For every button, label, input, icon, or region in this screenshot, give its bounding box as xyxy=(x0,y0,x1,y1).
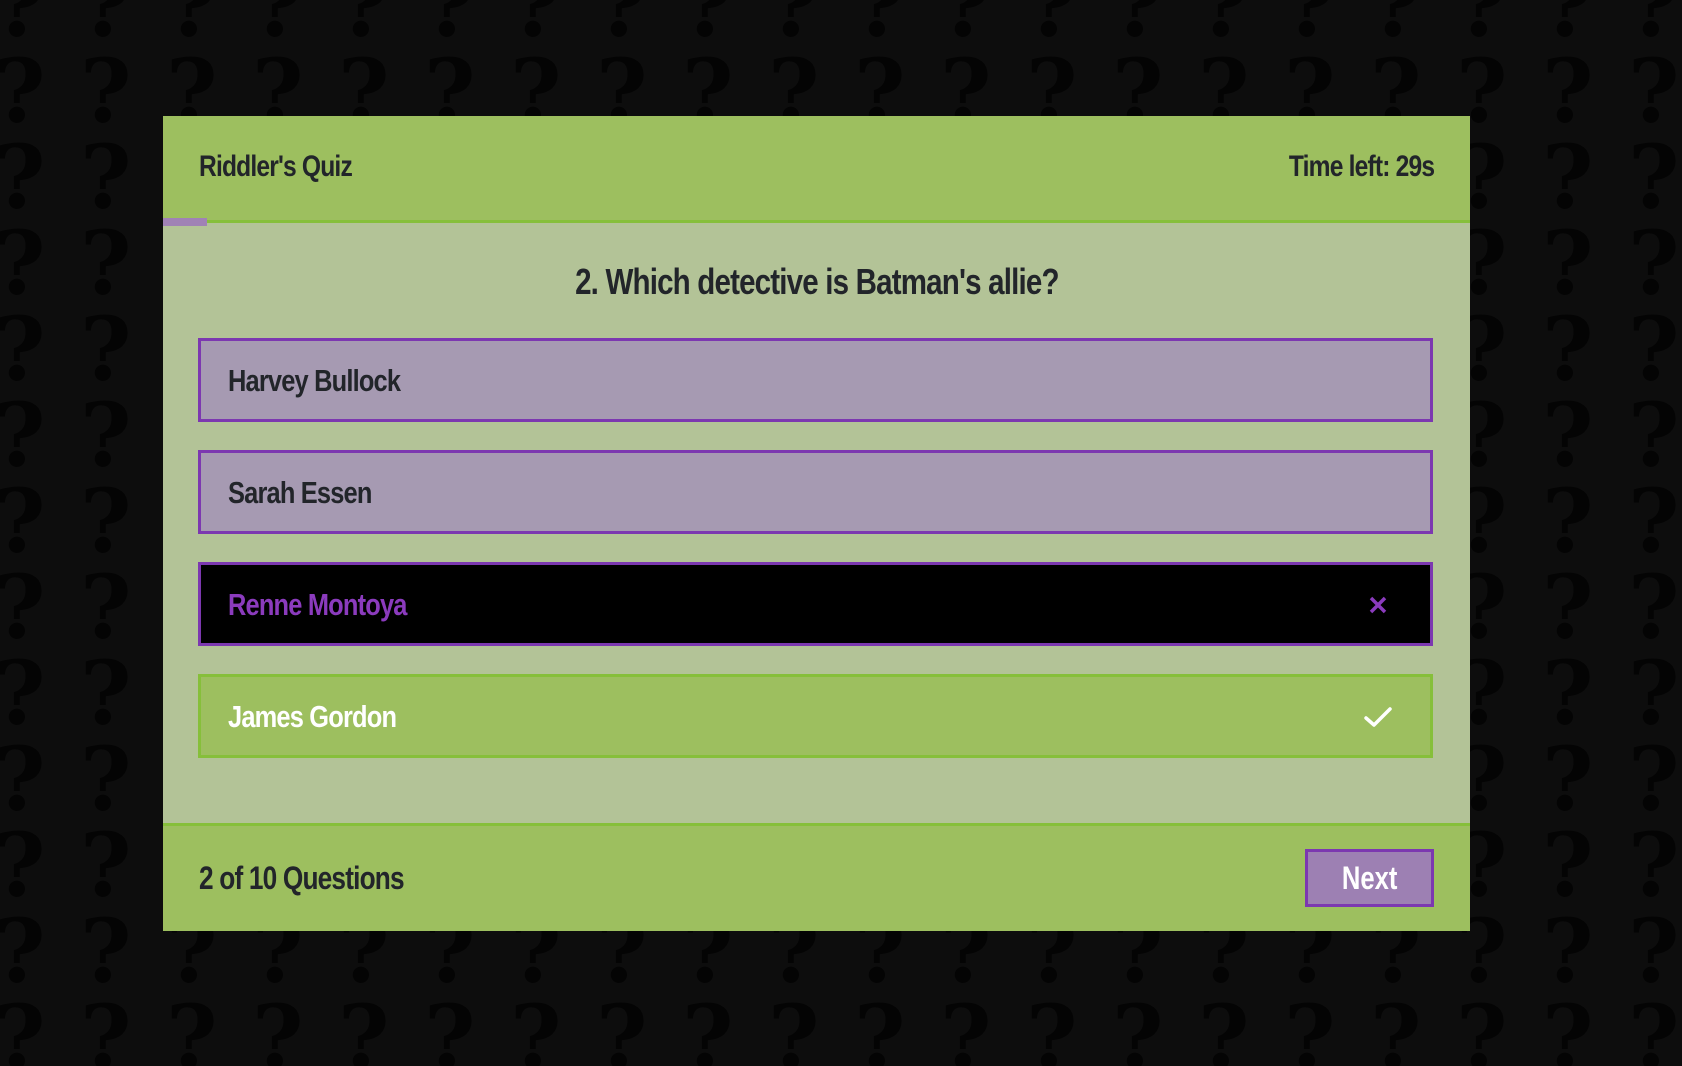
option-label: Sarah Essen xyxy=(228,475,372,510)
progress-bar xyxy=(163,218,207,226)
quiz-card: Riddler's Quiz Time left: 29s 2. Which d… xyxy=(163,116,1470,931)
quiz-footer: 2 of 10 Questions Next xyxy=(163,823,1470,931)
option-label: Harvey Bullock xyxy=(228,363,401,398)
option-harvey-bullock[interactable]: Harvey Bullock xyxy=(198,338,1433,422)
next-button[interactable]: Next xyxy=(1305,849,1434,907)
question-text: 2. Which detective is Batman's allie? xyxy=(574,261,1059,302)
time-left: Time left: 29s xyxy=(1288,150,1435,183)
close-icon xyxy=(1369,596,1387,614)
question-count: 2 of 10 Questions xyxy=(199,860,405,896)
option-sarah-essen[interactable]: Sarah Essen xyxy=(198,450,1433,534)
option-renne-montoya[interactable]: Renne Montoya xyxy=(198,562,1433,646)
quiz-header: Riddler's Quiz Time left: 29s xyxy=(163,116,1470,223)
check-icon xyxy=(1364,707,1392,727)
option-label: James Gordon xyxy=(228,699,397,734)
option-label: Renne Montoya xyxy=(228,587,407,622)
quiz-title: Riddler's Quiz xyxy=(199,150,353,183)
option-james-gordon[interactable]: James Gordon xyxy=(198,674,1433,758)
